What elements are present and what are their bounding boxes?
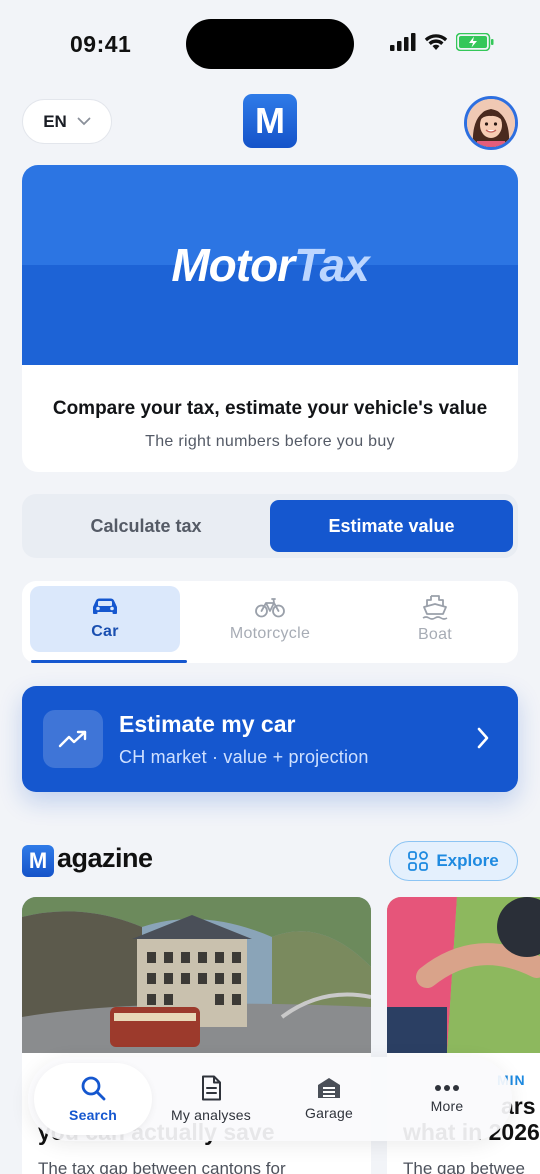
status-time: 09:41	[70, 31, 132, 57]
estimate-value-button[interactable]: Estimate value	[270, 500, 513, 552]
nav-search-label: Search	[69, 1107, 117, 1123]
cyclist-photo	[387, 897, 540, 1053]
article-description: The tax gap between cantons for	[38, 1159, 286, 1174]
vehicle-tabs: Car Motorcycle Boat	[22, 581, 518, 663]
nav-my-analyses-label: My analyses	[170, 1107, 251, 1123]
wifi-icon	[424, 34, 448, 50]
boat-icon	[422, 595, 448, 620]
tab-motorcycle-label: Motorcycle	[229, 625, 311, 642]
tab-car-label: Car	[91, 623, 119, 640]
nav-garage-label: Garage	[305, 1105, 353, 1121]
car-icon	[93, 598, 117, 614]
battery-icon	[456, 33, 494, 51]
garage-icon	[318, 1078, 340, 1098]
hero-title: Compare your tax, estimate your vehicle'…	[52, 398, 488, 419]
status-icons	[390, 33, 494, 51]
explore-button[interactable]: Explore	[389, 841, 518, 881]
trend-up-icon	[58, 730, 87, 748]
language-label: EN	[43, 111, 67, 131]
chevron-down-icon	[77, 117, 91, 126]
cta-title: Estimate my car	[119, 711, 296, 737]
language-selector[interactable]: EN	[22, 99, 112, 144]
nav-my-analyses[interactable]: My analyses	[152, 1063, 270, 1135]
mode-toggle: Calculate tax Estimate value	[22, 494, 518, 558]
article-image	[22, 897, 371, 1053]
nav-more[interactable]: More	[388, 1063, 506, 1135]
hero-card: MotorTax Compare your tax, estimate your…	[22, 165, 518, 472]
avatar[interactable]	[464, 96, 518, 150]
nav-search[interactable]: Search	[34, 1063, 152, 1135]
brand-part-tax: Tax	[294, 239, 370, 291]
dynamic-island	[186, 19, 354, 69]
profile-avatar-icon	[467, 99, 515, 147]
tab-car[interactable]: Car	[30, 586, 180, 652]
cta-subtitle: CH market · value + projection	[119, 747, 369, 767]
nav-more-label: More	[430, 1098, 464, 1114]
chevron-right-icon	[477, 727, 489, 749]
search-icon	[81, 1076, 106, 1101]
status-bar: 09:41	[0, 0, 540, 90]
active-tab-indicator	[31, 660, 187, 663]
estimate-my-car-button[interactable]: Estimate my car CH market · value + proj…	[22, 686, 518, 792]
hero-banner: MotorTax	[22, 165, 518, 365]
tab-motorcycle[interactable]: Motorcycle	[195, 586, 345, 652]
cta-icon-box	[43, 710, 103, 768]
brand-wordmark: MotorTax	[171, 238, 370, 292]
brand-part-motor: Motor	[171, 239, 295, 291]
article-description: The gap betwee	[403, 1159, 525, 1174]
grid-icon	[408, 851, 429, 871]
bicycle-icon	[255, 598, 285, 618]
mountain-hotel-photo	[22, 897, 371, 1053]
tab-boat[interactable]: Boat	[360, 586, 510, 652]
article-image	[387, 897, 540, 1053]
tab-boat-label: Boat	[417, 626, 453, 643]
nav-garage[interactable]: Garage	[270, 1063, 388, 1135]
app-logo[interactable]: M	[243, 94, 297, 148]
calculate-tax-button[interactable]: Calculate tax	[22, 494, 270, 558]
explore-label: Explore	[436, 851, 499, 870]
magazine-logo: M	[22, 845, 54, 877]
document-icon	[202, 1075, 221, 1101]
bottom-nav: Search My analyses Garage More	[28, 1057, 512, 1141]
hero-subtitle: The right numbers before you buy	[145, 433, 395, 450]
magazine-title: agazine	[57, 843, 153, 873]
more-icon	[435, 1085, 459, 1091]
signal-icon	[390, 33, 416, 51]
